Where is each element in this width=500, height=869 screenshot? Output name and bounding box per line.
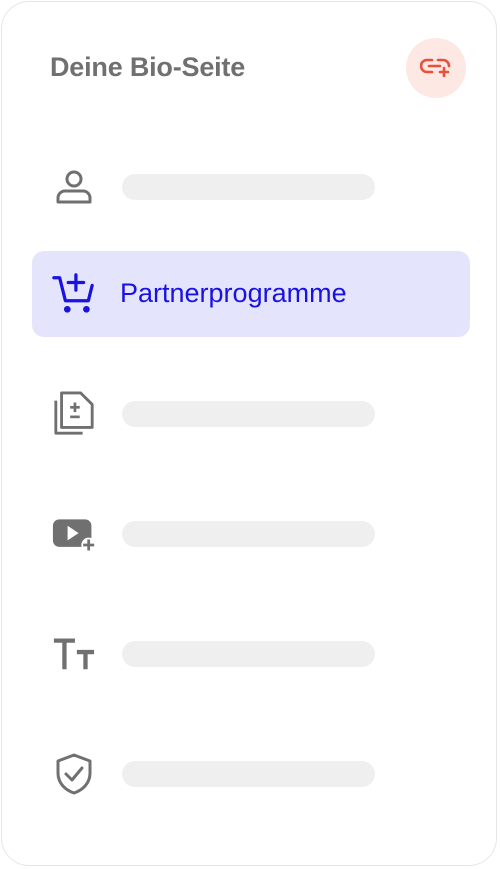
menu-item-security[interactable] [32, 731, 470, 817]
menu-item-text[interactable] [32, 611, 470, 697]
label-placeholder [122, 401, 375, 427]
menu-item-video[interactable] [32, 491, 470, 577]
user-icon [52, 165, 96, 209]
add-link-button[interactable] [406, 38, 466, 98]
label-placeholder [122, 761, 375, 787]
cart-plus-icon [52, 272, 96, 316]
menu-item-documents[interactable] [32, 371, 470, 457]
menu-item-label: Partnerprogramme [120, 278, 347, 308]
header: Deine Bio-Seite [50, 38, 466, 98]
page-title: Deine Bio-Seite [50, 52, 246, 82]
link-plus-icon [419, 55, 452, 82]
bio-page-card: Deine Bio-Seite Partnerprogramme [1, 1, 497, 866]
menu-item-affiliate[interactable]: Partnerprogramme [32, 251, 470, 337]
documents-plus-minus-icon [52, 391, 96, 436]
label-placeholder [122, 174, 375, 200]
label-placeholder [122, 521, 375, 547]
shield-check-icon [52, 752, 96, 796]
video-plus-icon [52, 512, 96, 556]
menu-item-profile[interactable] [32, 144, 470, 230]
text-size-icon [52, 632, 96, 676]
label-placeholder [122, 641, 375, 667]
